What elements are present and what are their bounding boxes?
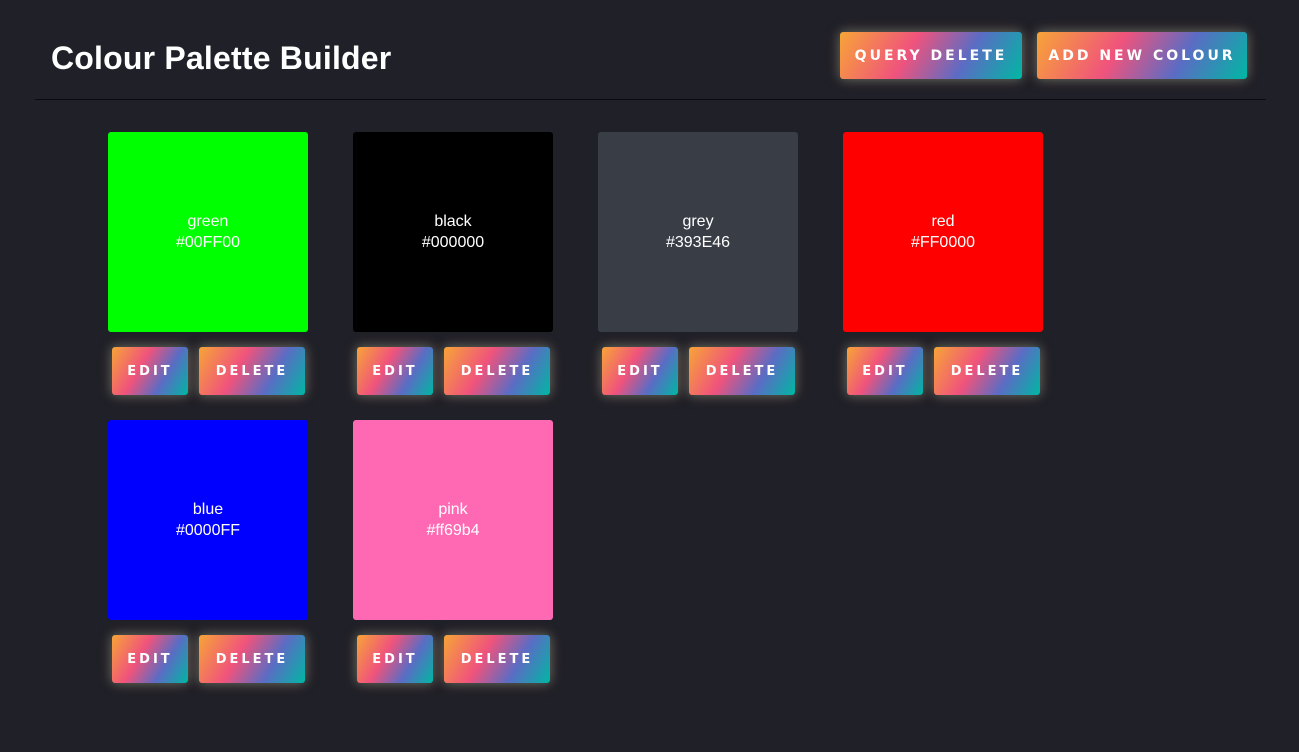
delete-button[interactable]: DELETE [934,347,1040,395]
colour-card-grey: grey #393E46 EDIT DELETE [598,132,798,397]
colour-name: red [931,213,955,230]
colour-hex: #00FF00 [175,234,241,251]
colour-hex: #0000FF [175,522,241,539]
delete-button[interactable]: DELETE [444,347,550,395]
edit-button[interactable]: EDIT [357,635,433,683]
page: Colour Palette Builder QUERY DELETE ADD … [0,0,1299,752]
colour-hex: #393E46 [665,234,731,251]
colour-card-black: black #000000 EDIT DELETE [353,132,553,397]
colour-card-pink: pink #ff69b4 EDIT DELETE [353,420,553,685]
colour-swatch: blue #0000FF [108,420,308,620]
header: Colour Palette Builder QUERY DELETE ADD … [35,0,1266,100]
colour-hex: #FF0000 [910,234,976,251]
colour-swatch: green #00FF00 [108,132,308,332]
colour-name: grey [682,213,714,230]
colour-name: black [434,213,472,230]
colour-name: pink [438,501,468,518]
colour-swatch: black #000000 [353,132,553,332]
query-delete-button[interactable]: QUERY DELETE [840,32,1022,79]
colour-name: blue [192,501,224,518]
edit-button[interactable]: EDIT [112,635,188,683]
edit-button[interactable]: EDIT [357,347,433,395]
colour-swatch: red #FF0000 [843,132,1043,332]
delete-button[interactable]: DELETE [199,347,305,395]
delete-button[interactable]: DELETE [444,635,550,683]
edit-button[interactable]: EDIT [847,347,923,395]
colour-swatch: pink #ff69b4 [353,420,553,620]
page-title: Colour Palette Builder [51,40,392,76]
colour-hex: #000000 [421,234,485,251]
edit-button[interactable]: EDIT [602,347,678,395]
colour-name: green [187,213,229,230]
add-new-colour-button[interactable]: ADD NEW COLOUR [1037,32,1247,79]
delete-button[interactable]: DELETE [199,635,305,683]
colour-card-green: green #00FF00 EDIT DELETE [108,132,308,397]
colour-card-red: red #FF0000 EDIT DELETE [843,132,1043,397]
colour-card-blue: blue #0000FF EDIT DELETE [108,420,308,685]
colour-swatch: grey #393E46 [598,132,798,332]
colour-hex: #ff69b4 [426,522,480,539]
delete-button[interactable]: DELETE [689,347,795,395]
edit-button[interactable]: EDIT [112,347,188,395]
